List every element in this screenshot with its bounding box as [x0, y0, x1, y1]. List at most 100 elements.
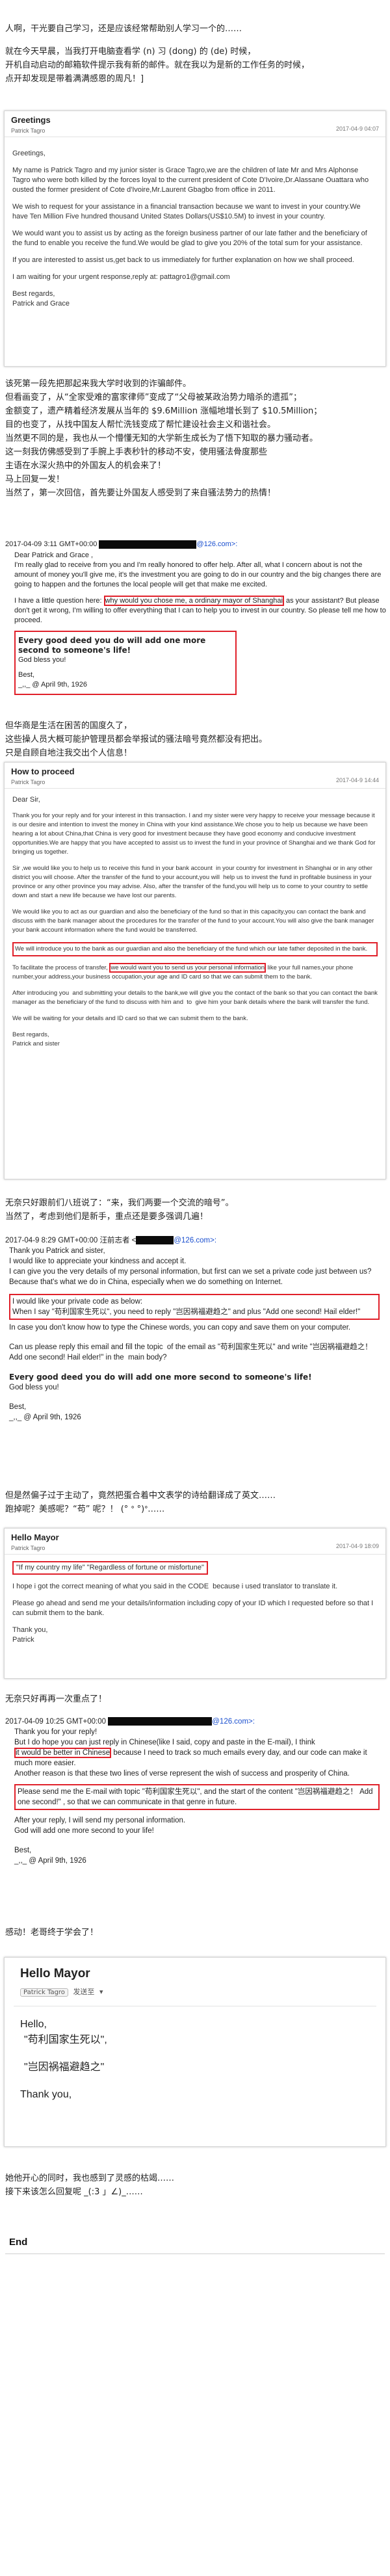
email-subject: Greetings: [11, 115, 51, 125]
highlighted-translation: "If my country my life" "Regardless of f…: [12, 1561, 208, 1575]
email-paragraph: Best regards, Patrick and Grace: [12, 290, 70, 308]
narration-block: 但华商是生活在困苦的国度久了， 这些操人员大概可能护管理员都会举报试的骚法暗号竟…: [5, 719, 385, 760]
narration-line: 这些操人员大概可能护管理员都会举报试的骚法暗号竟然都没有把出。: [5, 735, 268, 744]
signature: Best, _,,_ @ April 9th, 1926: [9, 1403, 81, 1421]
narration-line: 马上回复一发！: [5, 475, 65, 484]
narration-block: 无奈只好跟前们八班说了：“来，我们两要一个交流的暗号”。 当然了，考虑到他们是新…: [5, 1196, 385, 1224]
email-hello-mayor-chinese: Hello Mayor Patrick Tagro 发送至 ▾ Hello, "…: [4, 1957, 386, 2147]
reply-quote: 2017-04-09 3:11 GMT+00:00 @126.com>: Dea…: [5, 540, 386, 695]
narration-line: 但华商是生活在困苦的国度久了，: [5, 721, 133, 731]
intro-line: 人啊，干光要自己学习，还是应该经常帮助别人学习一个的……: [5, 24, 242, 34]
narration-line: 感动！老哥终于学会了！: [5, 1928, 99, 1938]
god-bless: God bless you!: [18, 656, 66, 664]
blessing-bold: Every good deed you do will add one more…: [18, 636, 209, 655]
highlighted-phrase: it would be better in Chinese: [14, 1748, 112, 1758]
email-paragraph: My name is Patrick Tagro and my junior s…: [12, 166, 371, 194]
email-header: Greetings Patrick Tagro 2017-04-9 04:07: [5, 111, 385, 137]
email-line: [20, 2048, 370, 2060]
highlighted-paragraph: We will introduce you to the bank as our…: [12, 942, 378, 956]
email-sender[interactable]: Patrick Tagro: [11, 127, 379, 134]
signature: Best, _,,_ @ April 9th, 1926: [14, 1847, 86, 1865]
email-paragraph: Please go ahead and send me your details…: [12, 1599, 376, 1617]
email-header: Hello Mayor Patrick Tagro 2017-04-9 18:0…: [5, 1529, 385, 1555]
redacted-email: [99, 540, 197, 549]
email-paragraph: If you are interested to assist us,get b…: [12, 256, 354, 264]
email-paragraph: Thank you, Patrick: [12, 1626, 48, 1644]
email-paragraph: Thank you for your reply and for your in…: [12, 812, 378, 856]
email-body: Greetings, My name is Patrick Tagro and …: [5, 137, 385, 322]
reply-quote: 2017-04-9 8:29 GMT+00:00 汪前志者 < @126.com>…: [5, 1235, 386, 1423]
intro-line: 开机自动启动的邮箱软件提示我有新的邮件。就在我以为是新的工作任务的时候，: [5, 60, 310, 70]
email-paragraph: Best regards, Patrick and sister: [12, 1031, 60, 1047]
narration-block: 无奈只好再再一次重点了！: [5, 1692, 385, 1706]
reply-line: After your reply, I will send my persona…: [14, 1817, 186, 1835]
highlighted-box: I would like your private code as below:…: [9, 1294, 380, 1320]
email-body: Dear Sir, Thank you for your reply and f…: [5, 789, 385, 1062]
email-date: 2017-04-9 14:44: [335, 777, 379, 783]
reply-line: Dear Patrick and Grace ,: [14, 551, 94, 559]
highlighted-box: Please send me the E-mail with topic "苟利…: [14, 1784, 380, 1810]
narration-line: 无奈只好再再一次重点了！: [5, 1694, 107, 1704]
email-header: How to proceed Patrick Tagro 2017-04-9 1…: [5, 763, 385, 789]
intro-text: 人啊，干光要自己学习，还是应该经常帮助别人学习一个的…… 就在今天早晨，当我打开…: [5, 22, 385, 86]
blessing-bold: Every good deed you do will add one more…: [9, 1373, 312, 1382]
highlighted-request: we would want you to send us your person…: [109, 963, 266, 973]
reply-line: Thank you for your reply!: [14, 1728, 98, 1736]
narration-line: 当然更不同的是，我也从一个懵懂无知的大学新生成长为了悟下知取的暴力骚动者。: [5, 434, 318, 443]
email-line: [20, 2075, 370, 2087]
intro-line: 就在今天早晨，当我打开电脑查看学 (n) 习 (dong) 的 (de) 时候，: [5, 47, 256, 57]
reply-quote: 2017-04-09 10:25 GMT+00:00 @126.com>: Th…: [5, 1716, 386, 1866]
email-sender[interactable]: Patrick Tagro: [11, 779, 379, 785]
narration-block: 感动！老哥终于学会了！: [5, 1926, 385, 1939]
email-how-to-proceed: How to proceed Patrick Tagro 2017-04-9 1…: [4, 762, 386, 1179]
end-label: End: [9, 2237, 28, 2248]
narration-line: 主语在水深火热中的外国友人的机会来了！: [5, 461, 166, 471]
reply-line: I'm really glad to receive from you and …: [14, 561, 384, 588]
reply-header: 2017-04-09 10:25 GMT+00:00 @126.com>:: [5, 1717, 255, 1726]
narration-block: 她他开心的同时，我也感到了灵感的枯竭…… 接下来该怎么回复呢 _(:3 」∠)_…: [5, 2172, 385, 2199]
reply-line: Can us please reply this email and fill …: [9, 1343, 374, 1361]
reply-header: 2017-04-09 3:11 GMT+00:00 @126.com>:: [5, 540, 238, 549]
narration-line: 但是然偏子过于主动了，竟然把蛋合着中文表学的诗给翻译成了英文……: [5, 1491, 276, 1501]
narration-line: 这一刻我仿佛感受到了手腕上手表秒针的移动不安，使用骚法骨度那些: [5, 447, 268, 457]
intro-line: 点开却发现是带着满满感恩的周凡！]: [5, 74, 144, 84]
send-to-label: 发送至: [73, 1988, 95, 1996]
redacted-email: [108, 1717, 213, 1726]
email-paragraph: We wish to request for your assistance i…: [12, 203, 363, 220]
email-body: "If my country my life" "Regardless of f…: [5, 1555, 385, 1659]
narration-line: 目的也变了，从找中国友人帮忙洗钱变成了帮忙建设社会主义和谐社会。: [5, 420, 276, 430]
narration-line: 该死第一段先把那起来我大学时收到的诈骗邮件。: [5, 379, 192, 389]
email-paragraph: We would want you to assist us by acting…: [12, 230, 369, 247]
email-sender[interactable]: Patrick Tagro: [20, 1988, 68, 1997]
email-date: 2017-04-9 18:09: [335, 1543, 379, 1549]
topic-request: Please send me the E-mail with topic "苟利…: [18, 1788, 375, 1806]
code-request: I would like your private code as below:: [12, 1298, 143, 1306]
reply-line: In case you don't know how to type the C…: [9, 1324, 351, 1332]
email-sender[interactable]: Patrick Tagro: [11, 1545, 379, 1551]
highlighted-box: Every good deed you do will add one more…: [14, 631, 237, 695]
redacted-email: [136, 1236, 174, 1245]
email-body: Hello, "苟利国家生死以", "岂因祸福避趋之" Thank you,: [5, 2006, 385, 2113]
email-paragraph: Greetings,: [12, 150, 46, 157]
reply-line: Another reason is that these two lines o…: [14, 1770, 350, 1778]
email-subject: How to proceed: [11, 767, 75, 776]
narration-block: 但是然偏子过于主动了，竟然把蛋合着中文表学的诗给翻译成了英文…… 跑掉呢？美感呢…: [5, 1489, 385, 1516]
email-paragraph: I am waiting for your urgent response,re…: [12, 273, 230, 281]
reply-question: I have a little question here: why would…: [14, 596, 388, 624]
email-subject: Hello Mayor: [11, 1532, 59, 1542]
reply-line: Thank you Patrick and sister,: [9, 1247, 105, 1255]
god-bless: God bless you!: [9, 1384, 59, 1391]
narration-line: 她他开心的同时，我也感到了灵感的枯竭……: [5, 2174, 175, 2183]
chevron-down-icon[interactable]: ▾: [99, 1988, 103, 1996]
reply-header: 2017-04-9 8:29 GMT+00:00 汪前志者 < @126.com>…: [5, 1236, 217, 1245]
narration-line: 当然了，第一次回信，首先要让外国友人感受到了来自骚法势力的热情！: [5, 488, 276, 498]
email-paragraph: I hope i got the correct meaning of what…: [12, 1583, 338, 1590]
email-date: 2017-04-9 04:07: [335, 125, 379, 132]
reply-line: I can give you the very details of my pe…: [9, 1268, 374, 1286]
email-paragraph: After introducing you and submitting you…: [12, 990, 380, 1006]
code-request: When I say "苟利国家生死以", you need to reply …: [12, 1308, 361, 1316]
email-line: Hello,: [20, 2019, 47, 2030]
narration-line: 接下来该怎么回复呢 _(:3 」∠)_……: [5, 2187, 143, 2197]
email-subject: Hello Mayor: [20, 1967, 90, 1980]
highlighted-question: why would you chose me, a ordinary mayor…: [103, 596, 284, 606]
